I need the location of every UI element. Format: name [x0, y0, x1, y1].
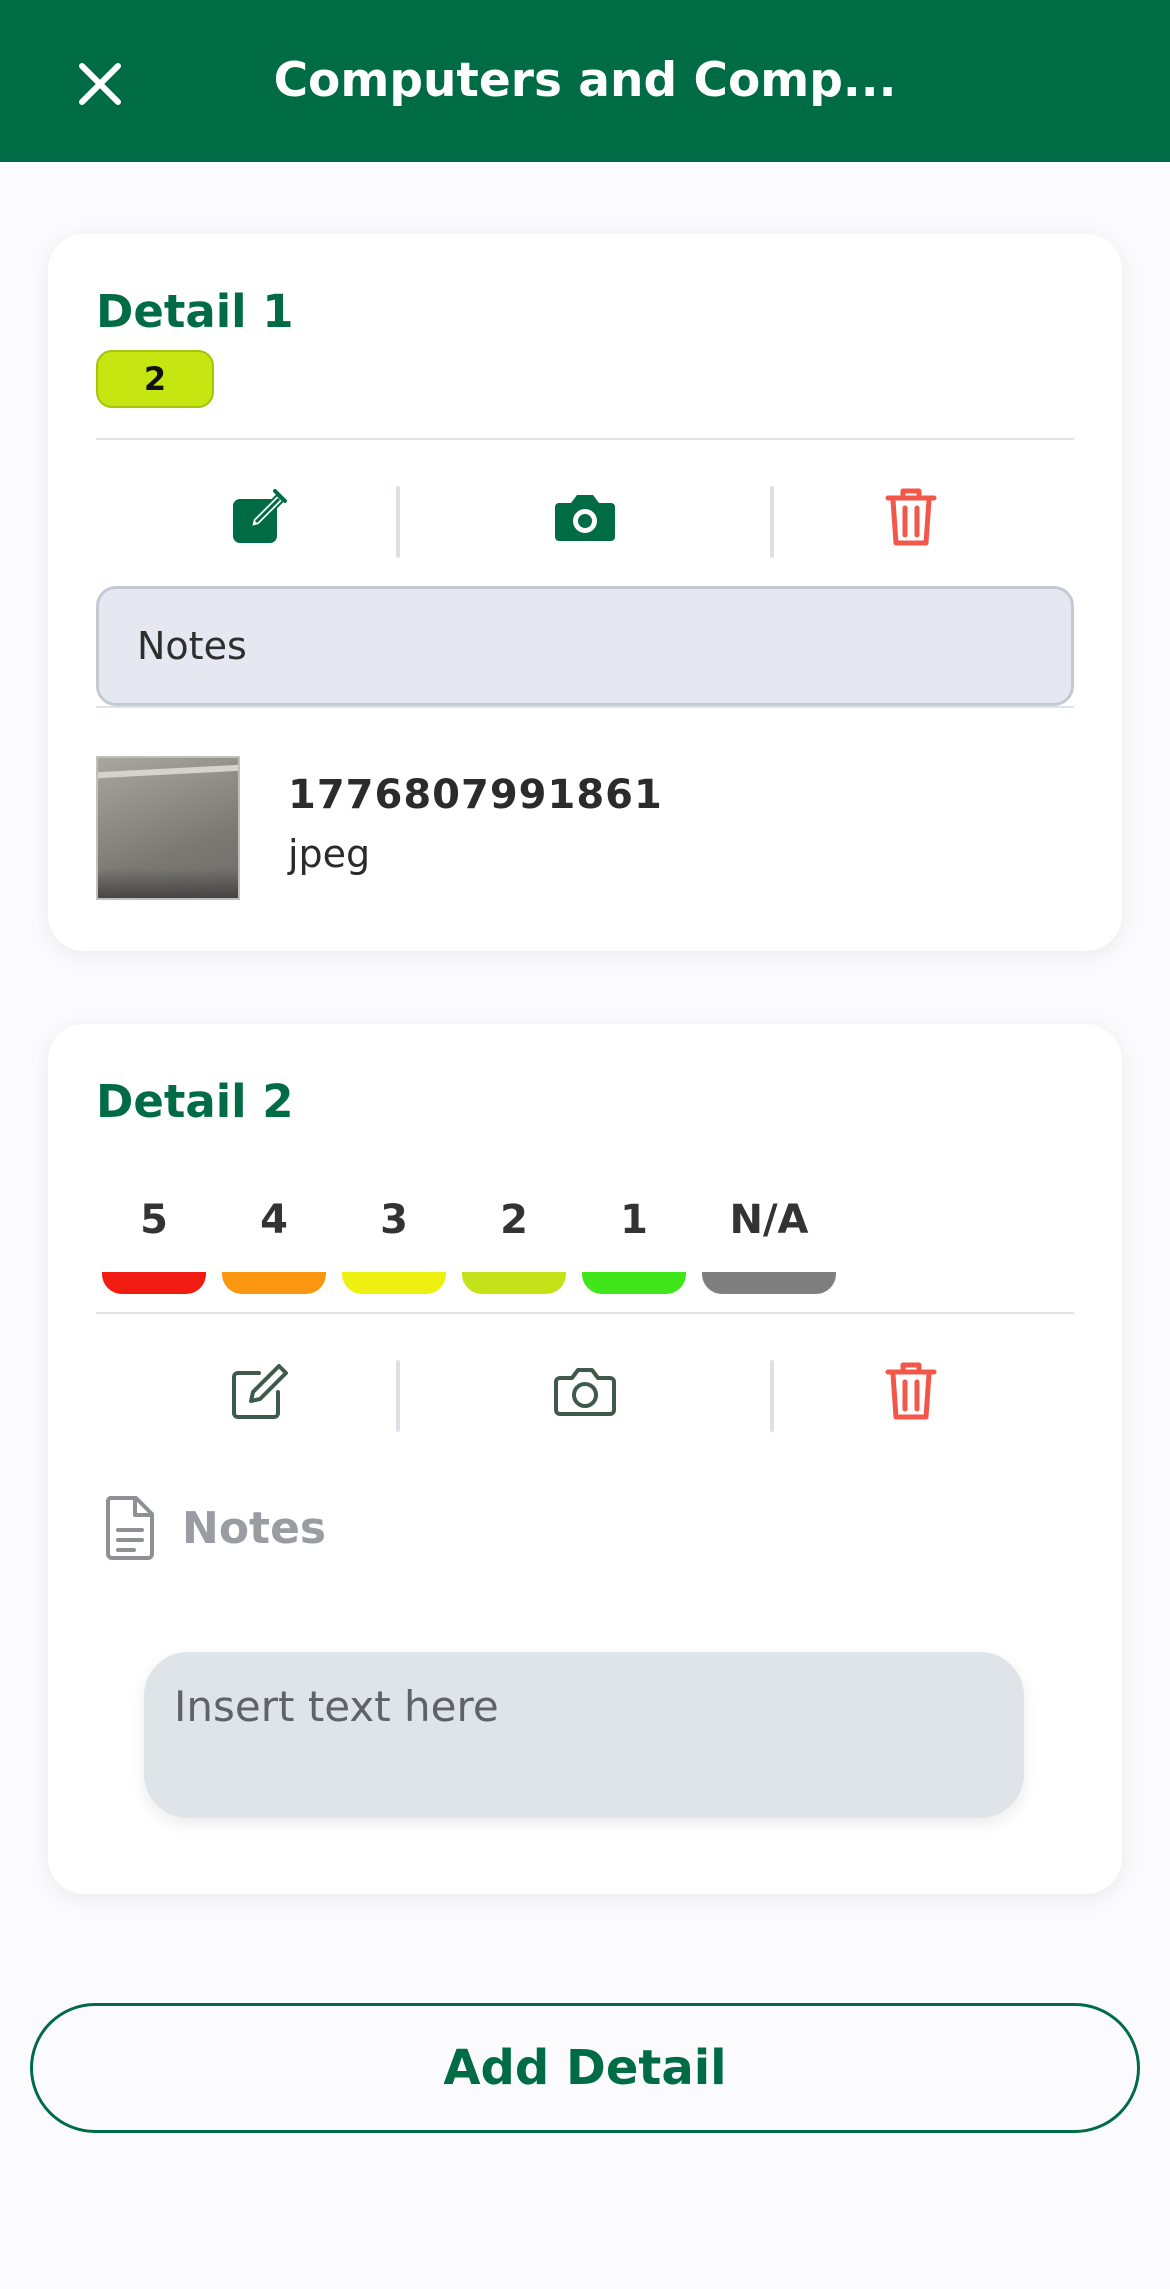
- add-detail-button[interactable]: Add Detail: [30, 2003, 1140, 2133]
- rating-color-bar: [582, 1272, 686, 1294]
- notes-header: Notes: [102, 1488, 326, 1568]
- delete-button[interactable]: [748, 1336, 1074, 1446]
- rating-color-bar: [342, 1272, 446, 1294]
- rating-option-1[interactable]: 1: [582, 1190, 686, 1294]
- camera-icon: [555, 495, 615, 541]
- detail-card-2: Detail 2 5 4 3 2 1 N/A Notes Insert text…: [48, 1024, 1122, 1894]
- rating-option-3[interactable]: 3: [342, 1190, 446, 1294]
- rating-badge[interactable]: 2: [96, 350, 214, 408]
- action-bar: [96, 462, 1074, 572]
- detail-title: Detail 2: [96, 1075, 294, 1128]
- rating-label: 1: [620, 1197, 648, 1243]
- rating-option-na[interactable]: N/A: [702, 1190, 836, 1294]
- rating-label: 2: [500, 1197, 528, 1243]
- rating-label: 3: [380, 1197, 408, 1243]
- notes-field[interactable]: Notes: [96, 586, 1074, 706]
- edit-icon: [233, 489, 287, 543]
- close-icon: [79, 63, 121, 105]
- edit-button[interactable]: [96, 1336, 422, 1446]
- detail-card-1: Detail 1 2 Notes 1776807991861 jpeg: [48, 234, 1122, 951]
- rating-option-2[interactable]: 2: [462, 1190, 566, 1294]
- camera-button[interactable]: [422, 1336, 748, 1446]
- rating-color-bar: [702, 1272, 836, 1294]
- edit-icon: [232, 1364, 288, 1419]
- attachment-thumbnail[interactable]: [96, 756, 240, 900]
- notes-label: Notes: [182, 1502, 327, 1554]
- rating-color-bar: [222, 1272, 326, 1294]
- divider: [96, 438, 1074, 440]
- camera-icon: [554, 1368, 616, 1416]
- detail-title: Detail 1: [96, 285, 294, 338]
- attachment-type: jpeg: [288, 832, 371, 876]
- rating-color-bar: [462, 1272, 566, 1294]
- page-title: Computers and Comp...: [273, 53, 897, 108]
- thumbnail-detail: [98, 763, 238, 779]
- edit-button[interactable]: [96, 462, 422, 572]
- notes-text-input[interactable]: Insert text here: [144, 1652, 1024, 1818]
- document-icon: [105, 1496, 154, 1560]
- rating-label: 5: [140, 1197, 168, 1243]
- delete-button[interactable]: [748, 462, 1074, 572]
- attachment-name: 1776807991861: [288, 772, 663, 818]
- rating-label: N/A: [729, 1197, 809, 1243]
- rating-option-4[interactable]: 4: [222, 1190, 326, 1294]
- rating-color-bar: [102, 1272, 206, 1294]
- action-bar: [96, 1336, 1074, 1446]
- thumbnail-shade: [98, 868, 238, 898]
- separator: [396, 1360, 400, 1432]
- divider: [96, 1312, 1074, 1314]
- app-header: Computers and Comp...: [0, 0, 1170, 162]
- divider: [96, 706, 1074, 708]
- rating-option-5[interactable]: 5: [102, 1190, 206, 1294]
- rating-label: 4: [260, 1197, 288, 1243]
- trash-icon: [885, 1362, 937, 1420]
- close-button[interactable]: [70, 54, 130, 114]
- trash-icon: [885, 488, 937, 546]
- separator: [396, 486, 400, 558]
- camera-button[interactable]: [422, 462, 748, 572]
